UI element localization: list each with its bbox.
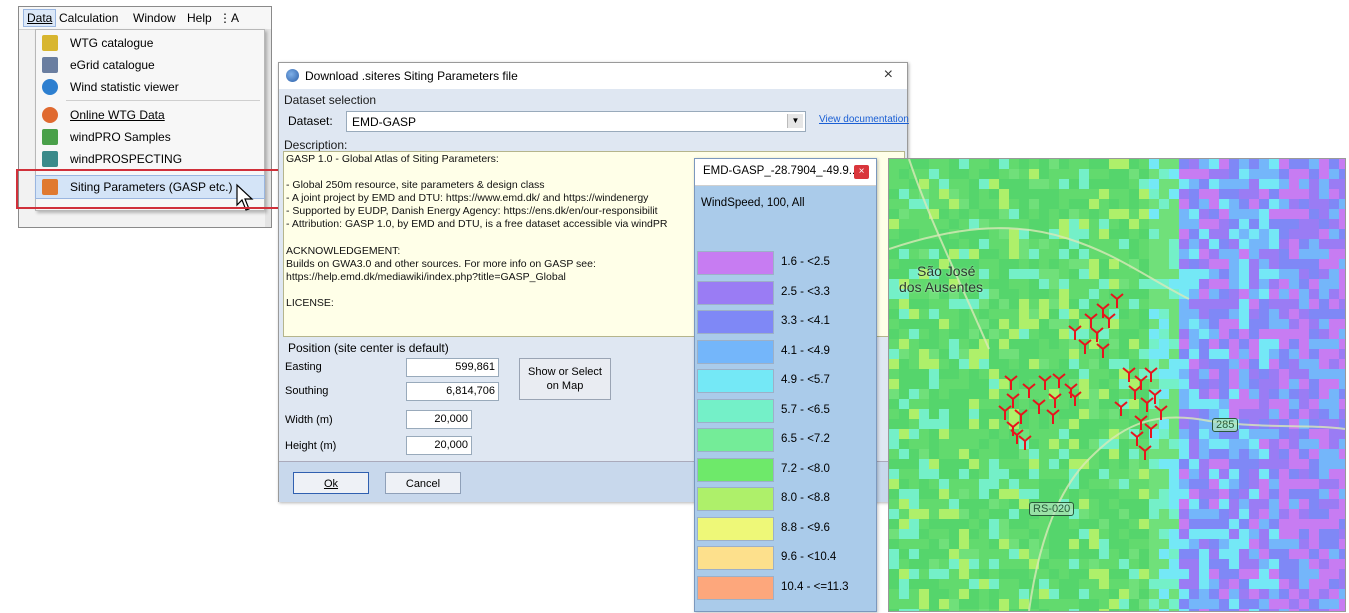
menu-help[interactable]: Help	[187, 11, 212, 25]
dataset-label: Dataset:	[288, 114, 333, 128]
legend-swatch	[697, 457, 774, 482]
legend-range-label: 2.5 - <3.3	[781, 285, 830, 298]
description-line: - Global 250m resource, site parameters …	[286, 179, 545, 191]
description-line: LICENSE:	[286, 297, 334, 309]
description-label: Description:	[284, 138, 348, 152]
dataset-value: EMD-GASP	[352, 115, 417, 129]
height-input[interactable]: 20,000	[406, 436, 472, 455]
legend-range-label: 6.5 - <7.2	[781, 433, 830, 445]
description-line: - Supported by EUDP, Danish Energy Agenc…	[286, 205, 658, 217]
view-documentation-link[interactable]: View documentation	[819, 114, 909, 125]
ok-button[interactable]: Ok	[293, 472, 369, 494]
legend-title-bar: EMD-GASP_-28.7904_-49.9... ×	[695, 159, 876, 186]
legend-swatch	[697, 251, 774, 275]
legend-swatch	[697, 398, 774, 423]
legend-swatch	[697, 428, 774, 452]
chevron-down-icon[interactable]: ▼	[787, 114, 803, 128]
wind-speed-map[interactable]: São José dos Ausentes 285 RS-020	[888, 158, 1346, 612]
close-icon[interactable]: ×	[854, 165, 869, 179]
easting-label: Easting	[285, 361, 322, 373]
place-label: São José	[917, 263, 976, 279]
easting-input[interactable]: 599,861	[406, 358, 499, 377]
southing-input[interactable]: 6,814,706	[406, 382, 499, 401]
show-or-select-on-map-button[interactable]: Show or Select on Map	[519, 358, 611, 400]
show-select-line1: Show or Select	[528, 366, 602, 378]
menu-item-egrid-catalogue[interactable]: eGrid catalogue	[36, 54, 264, 76]
legend-swatch	[697, 546, 774, 570]
height-label: Height (m)	[285, 440, 337, 452]
show-select-line2: on Map	[546, 380, 584, 392]
description-line: Builds on GWA3.0 and other sources. For …	[286, 258, 596, 270]
menu-item-windpro-samples[interactable]: windPRO Samples	[36, 126, 264, 148]
dataset-section-header: Dataset selection	[284, 93, 377, 107]
windpro-logo-icon	[286, 69, 299, 82]
map-raster	[889, 159, 1345, 611]
description-line: GASP 1.0 - Global Atlas of Siting Parame…	[286, 153, 499, 165]
legend-range-label: 9.6 - <10.4	[781, 551, 837, 563]
menu-calculation[interactable]: Calculation	[59, 11, 118, 25]
menu-overflow[interactable]: ⋮	[219, 11, 231, 25]
width-label: Width (m)	[285, 414, 333, 426]
menu-item-wtg-catalogue[interactable]: WTG catalogue	[36, 32, 264, 54]
egrid-catalogue-icon	[42, 57, 58, 73]
road-shield-285: 285	[1212, 418, 1239, 432]
menu-item-label: eGrid catalogue	[70, 58, 155, 72]
menu-item-windprospecting[interactable]: windPROSPECTING	[36, 148, 264, 170]
legend-title: EMD-GASP_-28.7904_-49.9...	[703, 165, 859, 177]
dialog-title: Download .siteres Siting Parameters file	[305, 69, 518, 83]
description-line: - A joint project by EMD and DTU: https:…	[286, 192, 649, 204]
samples-icon	[42, 129, 58, 145]
place-label: dos Ausentes	[899, 279, 984, 295]
legend-swatch	[697, 516, 774, 541]
legend-range-label: 8.0 - <8.8	[781, 492, 830, 504]
legend-range-label: 8.8 - <9.6	[781, 521, 830, 534]
menu-bar: Data Calculation Window Help ⋮ A	[19, 7, 271, 30]
menu-item-online-wtg-data[interactable]: Online WTG Data	[36, 104, 264, 126]
menu-data[interactable]: Data	[23, 9, 57, 27]
online-wtg-icon	[42, 107, 58, 123]
legend-range-label: 4.9 - <5.7	[781, 374, 830, 386]
dataset-select[interactable]: EMD-GASP ▼	[346, 111, 806, 132]
highlight-box	[16, 169, 294, 209]
legend-swatch	[697, 575, 774, 600]
close-icon[interactable]: ×	[884, 66, 893, 84]
menu-item-label: Online WTG Data	[70, 108, 165, 122]
legend-range-label: 5.7 - <6.5	[781, 403, 830, 416]
wind-statistic-icon	[42, 79, 58, 95]
menu-item-wind-statistic-viewer[interactable]: Wind statistic viewer	[36, 76, 264, 98]
dialog-title-bar: Download .siteres Siting Parameters file…	[279, 63, 907, 89]
legend-swatch	[697, 369, 774, 393]
legend-range-label: 3.3 - <4.1	[781, 315, 830, 327]
prospecting-icon	[42, 151, 58, 167]
road-shield-rs020: RS-020	[1029, 502, 1075, 516]
legend-range-label: 4.1 - <4.9	[781, 344, 830, 357]
description-line: ACKNOWLEDGEMENT:	[286, 245, 401, 257]
menu-item-label: windPROSPECTING	[70, 152, 183, 166]
legend-window: EMD-GASP_-28.7904_-49.9... × WindSpeed, …	[694, 158, 877, 612]
menu-window[interactable]: Window	[133, 11, 176, 25]
legend-range-label: 1.6 - <2.5	[781, 256, 830, 268]
description-line: - Attribution: GASP 1.0, by EMD and DTU,…	[286, 218, 668, 230]
menu-a[interactable]: A	[231, 11, 239, 25]
legend-subtitle: WindSpeed, 100, All	[701, 197, 805, 209]
wtg-catalogue-icon	[42, 35, 58, 51]
menu-item-label: WTG catalogue	[70, 36, 154, 50]
description-line: https://help.emd.dk/mediawiki/index.php?…	[286, 271, 566, 283]
cancel-button[interactable]: Cancel	[385, 472, 461, 494]
menu-item-label: Wind statistic viewer	[70, 80, 179, 94]
width-input[interactable]: 20,000	[406, 410, 472, 429]
legend-swatch	[697, 280, 774, 305]
legend-swatch	[697, 310, 774, 334]
legend-range-label: 7.2 - <8.0	[781, 462, 830, 475]
southing-label: Southing	[285, 385, 329, 397]
menu-item-label: windPRO Samples	[70, 130, 171, 144]
legend-range-label: 10.4 - <=11.3	[781, 580, 849, 593]
legend-swatch	[697, 339, 774, 364]
menu-separator	[66, 100, 260, 101]
position-section-header: Position (site center is default)	[288, 341, 449, 355]
legend-swatch	[697, 487, 774, 511]
